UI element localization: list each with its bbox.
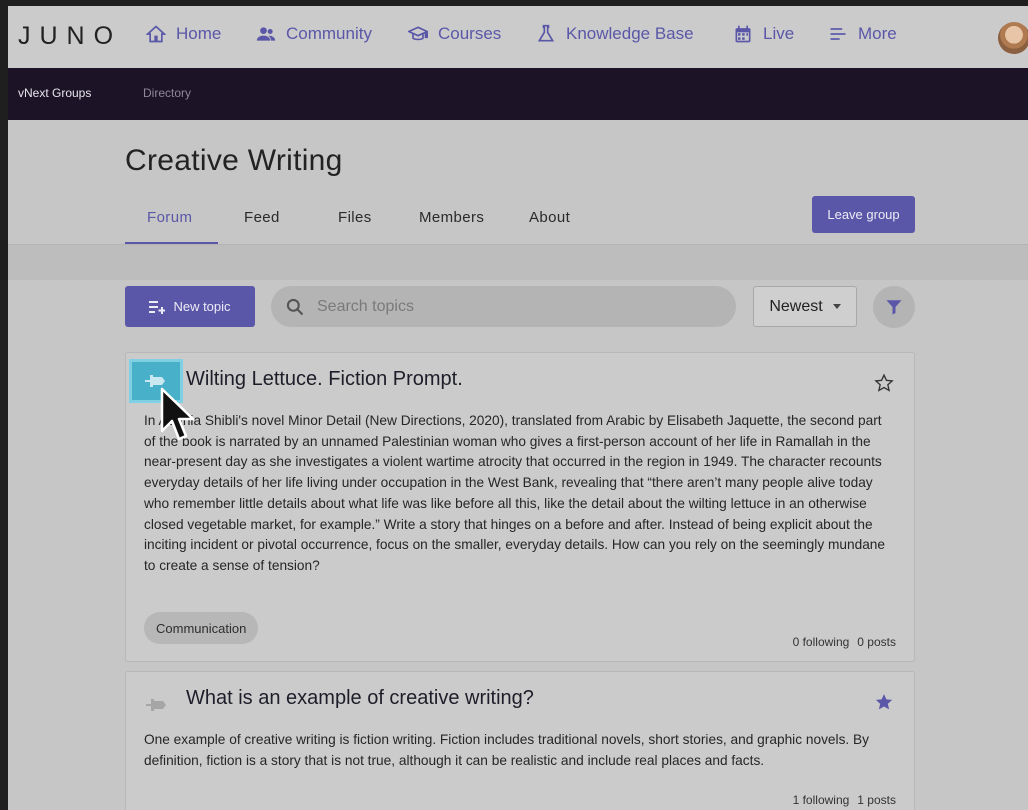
sub-navigation: vNext Groups Directory [8,68,1028,120]
nav-knowledge-base-label: Knowledge Base [566,24,694,43]
nav-more-label: More [858,24,897,43]
nav-knowledge-base[interactable]: Knowledge Base [536,24,694,44]
leave-group-button[interactable]: Leave group [812,196,915,233]
pushpin-icon [146,699,166,711]
posts-count: 1 posts [857,793,896,807]
home-icon [146,25,166,43]
top-navigation: JUNO Home Community Courses Knowledge Ba… [8,6,1028,68]
subnav-groups-link[interactable]: vNext Groups [18,86,91,100]
tab-forum[interactable]: Forum [147,209,192,226]
sort-dropdown[interactable]: Newest [753,286,857,327]
nav-courses-label: Courses [438,24,502,43]
new-topic-label: New topic [173,299,231,314]
following-count: 1 following [792,793,850,807]
topic-card[interactable]: Wilting Lettuce. Fiction Prompt. In Adan… [125,352,915,662]
sort-label: Newest [769,297,823,315]
star-icon[interactable] [874,373,894,393]
search-icon [286,298,304,315]
topic-tag[interactable]: Communication [144,612,259,644]
tab-feed[interactable]: Feed [244,209,280,226]
header-divider [8,244,1028,280]
following-count: 0 following [792,635,850,649]
posts-count: 0 posts [857,635,896,649]
topic-body: In Adania Shibli's novel Minor Detail (N… [144,413,886,573]
nav-live-label: Live [763,24,795,43]
pin-topic-button[interactable] [146,697,168,713]
menu-icon [830,28,846,40]
nav-more[interactable]: More [828,24,897,44]
filter-button[interactable] [873,286,915,328]
topic-title[interactable]: What is an example of creative writing? [186,687,534,710]
graduation-cap-icon [408,26,428,41]
people-icon [256,27,276,41]
add-list-icon [149,300,166,314]
search-bar[interactable] [271,286,736,327]
nav-community[interactable]: Community [256,24,372,44]
topic-title[interactable]: Wilting Lettuce. Fiction Prompt. [186,368,463,391]
flask-icon [537,24,555,42]
page-title: Creative Writing [125,144,343,177]
topic-stats: 0 following 0 posts [793,635,896,649]
tab-about[interactable]: About [529,209,570,226]
topic-stats: 1 following 1 posts [793,793,896,807]
app-window: JUNO Home Community Courses Knowledge Ba… [8,6,1028,810]
nav-home-label: Home [176,24,222,43]
search-input[interactable] [317,297,717,316]
juno-logo[interactable]: JUNO [18,22,122,51]
topic-body: One example of creative writing is ficti… [144,732,870,768]
tab-members[interactable]: Members [419,209,484,226]
tab-files[interactable]: Files [338,209,372,226]
new-topic-button[interactable]: New topic [125,286,255,327]
nav-courses[interactable]: Courses [408,24,501,44]
chevron-down-icon [832,304,841,309]
filter-icon [886,300,902,315]
user-avatar[interactable] [998,22,1028,54]
subnav-directory-link[interactable]: Directory [143,86,191,100]
mouse-cursor-icon [160,387,194,441]
nav-home[interactable]: Home [146,24,221,44]
nav-live[interactable]: Live [733,24,794,44]
star-filled-icon[interactable] [874,692,894,712]
nav-community-label: Community [286,24,372,43]
topic-card[interactable]: What is an example of creative writing? … [125,671,915,810]
calendar-icon [735,25,751,43]
